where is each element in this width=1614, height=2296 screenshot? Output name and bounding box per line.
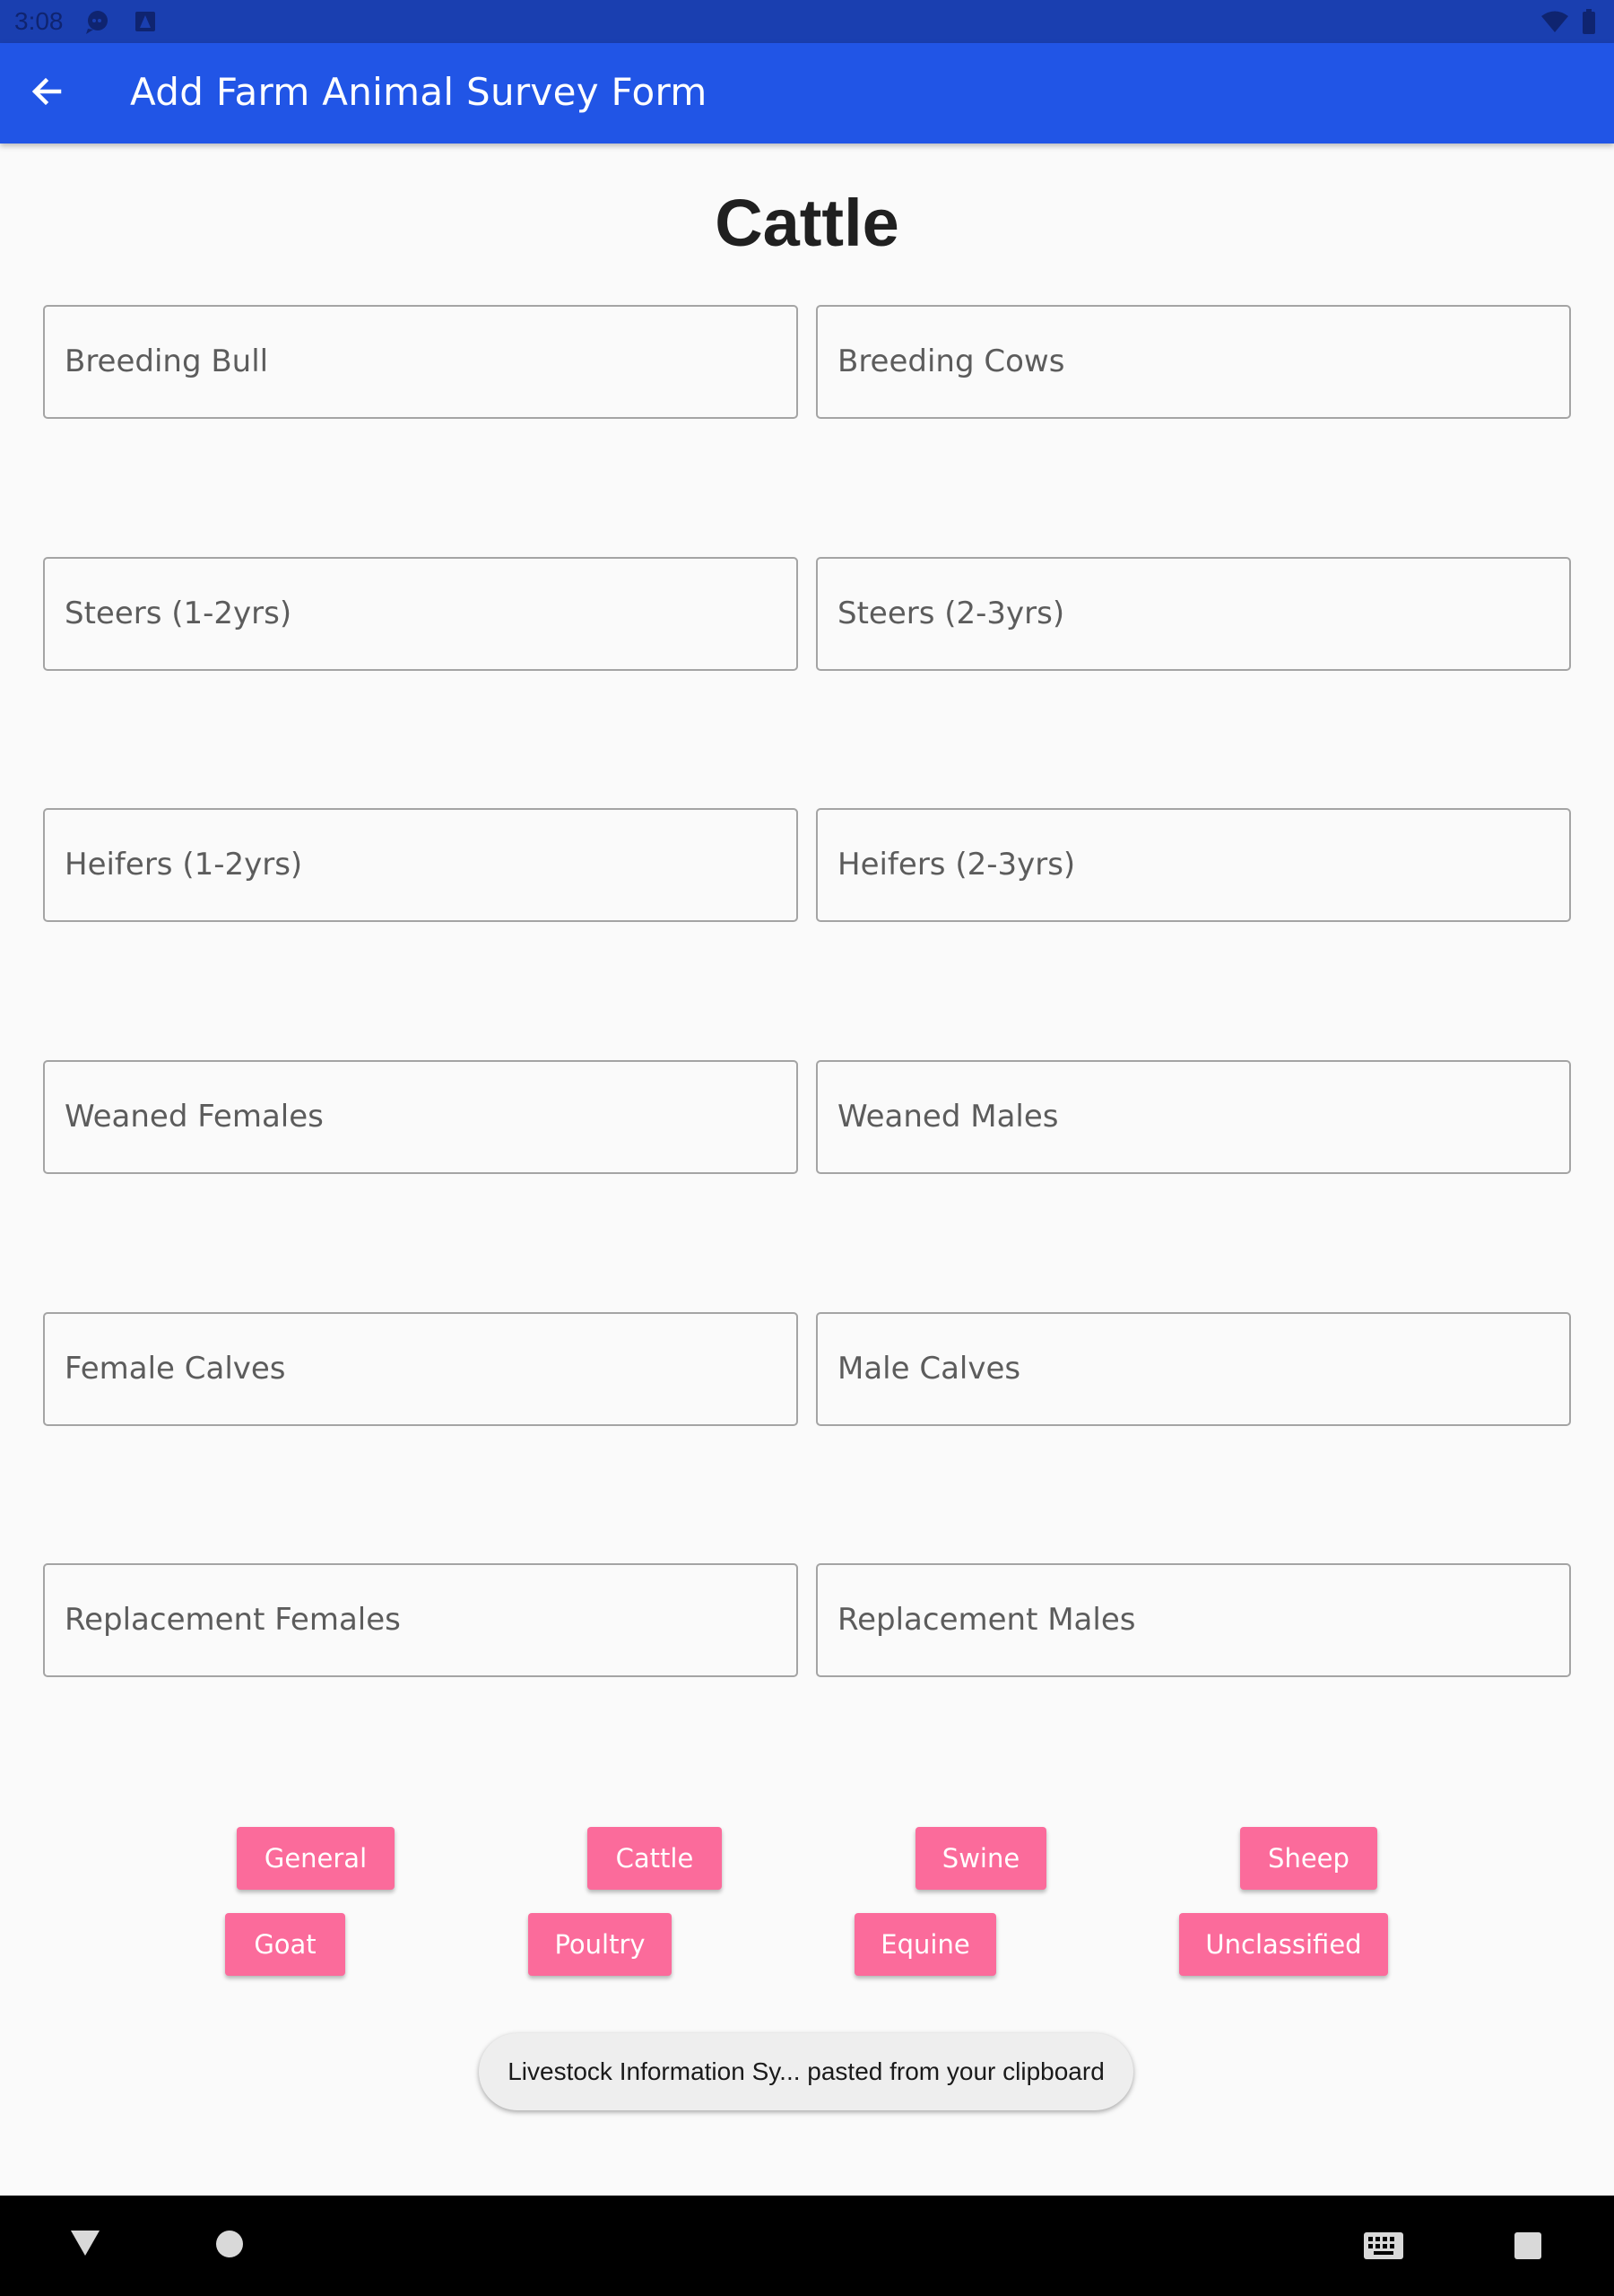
category-chip[interactable]: Sheep bbox=[1240, 1827, 1377, 1890]
field-label: Steers (2-3yrs) bbox=[837, 596, 1065, 631]
back-button[interactable] bbox=[20, 66, 74, 120]
category-chip[interactable]: Equine bbox=[855, 1913, 996, 1976]
app-notification-icon bbox=[134, 11, 156, 37]
field-label: Replacement Males bbox=[837, 1602, 1136, 1638]
category-chip-label: Cattle bbox=[615, 1843, 694, 1874]
count-field[interactable]: Steers (2-3yrs) bbox=[816, 557, 1571, 671]
app-bar: Add Farm Animal Survey Form bbox=[0, 43, 1614, 144]
keyboard-icon[interactable] bbox=[1363, 2231, 1404, 2265]
status-time: 3:08 bbox=[14, 7, 64, 35]
clipboard-toast: Livestock Information Sy... pasted from … bbox=[479, 2033, 1133, 2110]
count-field[interactable]: Breeding Cows bbox=[816, 305, 1571, 419]
category-chip-label: Goat bbox=[254, 1929, 317, 1960]
field-label: Replacement Females bbox=[65, 1602, 401, 1638]
field-label: Heifers (2-3yrs) bbox=[837, 847, 1076, 883]
category-chip-label: Unclassified bbox=[1205, 1929, 1362, 1960]
app-title: Add Farm Animal Survey Form bbox=[130, 70, 707, 114]
category-chip-label: General bbox=[264, 1843, 368, 1874]
field-label: Breeding Cows bbox=[837, 344, 1065, 379]
field-label: Breeding Bull bbox=[65, 344, 269, 379]
recents-square-icon[interactable] bbox=[1514, 2231, 1542, 2265]
back-triangle-icon[interactable] bbox=[70, 2230, 100, 2261]
category-chip-label: Swine bbox=[941, 1843, 1020, 1874]
count-field[interactable]: Heifers (1-2yrs) bbox=[43, 808, 798, 922]
count-field[interactable]: Steers (1-2yrs) bbox=[43, 557, 798, 671]
category-chip[interactable]: Swine bbox=[915, 1827, 1046, 1890]
category-chip-label: Sheep bbox=[1268, 1843, 1349, 1874]
category-chip-label: Poultry bbox=[554, 1929, 646, 1960]
field-label: Steers (1-2yrs) bbox=[65, 596, 292, 631]
toast-text: Livestock Information Sy... pasted from … bbox=[508, 2057, 1105, 2085]
category-chip[interactable]: General bbox=[237, 1827, 395, 1890]
field-label: Female Calves bbox=[65, 1351, 286, 1387]
battery-icon bbox=[1582, 9, 1596, 39]
field-label: Heifers (1-2yrs) bbox=[65, 847, 303, 883]
page-title: Cattle bbox=[715, 186, 899, 260]
field-label: Male Calves bbox=[837, 1351, 1021, 1387]
count-field[interactable]: Weaned Males bbox=[816, 1060, 1571, 1174]
navigation-bar bbox=[0, 2196, 1614, 2296]
category-chip[interactable]: Poultry bbox=[528, 1913, 672, 1976]
category-chip[interactable]: Unclassified bbox=[1179, 1913, 1388, 1976]
arrow-left-icon bbox=[29, 74, 65, 114]
count-field[interactable]: Weaned Females bbox=[43, 1060, 798, 1174]
wifi-icon bbox=[1540, 10, 1569, 38]
count-field[interactable]: Heifers (2-3yrs) bbox=[816, 808, 1571, 922]
count-field[interactable]: Breeding Bull bbox=[43, 305, 798, 419]
field-label: Weaned Males bbox=[837, 1099, 1059, 1135]
count-field[interactable]: Female Calves bbox=[43, 1312, 798, 1426]
home-circle-icon[interactable] bbox=[215, 2230, 244, 2263]
field-label: Weaned Females bbox=[65, 1099, 324, 1135]
count-field[interactable]: Replacement Males bbox=[816, 1563, 1571, 1677]
count-field[interactable]: Replacement Females bbox=[43, 1563, 798, 1677]
category-chip[interactable]: Cattle bbox=[587, 1827, 722, 1890]
count-field[interactable]: Male Calves bbox=[816, 1312, 1571, 1426]
category-chip[interactable]: Goat bbox=[225, 1913, 345, 1976]
status-bar: 3:08 bbox=[0, 0, 1614, 43]
category-chip-label: Equine bbox=[881, 1929, 970, 1960]
chat-notification-icon bbox=[84, 9, 111, 39]
